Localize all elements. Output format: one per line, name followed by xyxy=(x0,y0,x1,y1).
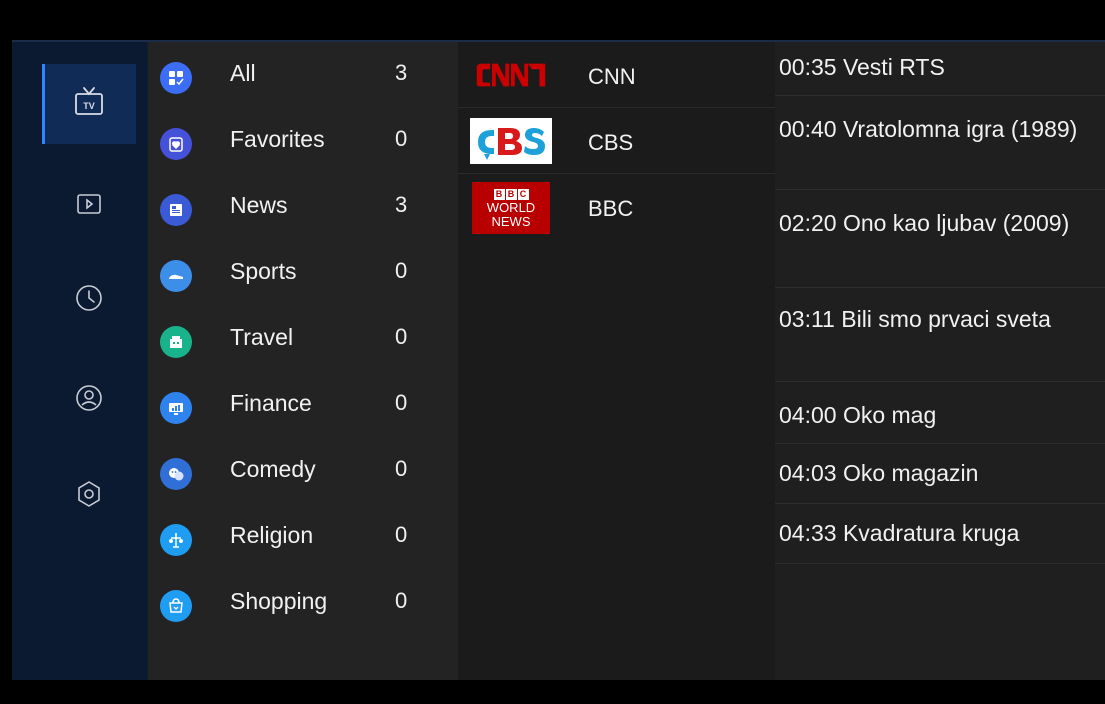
program-text: 03:11 Bili smo prvaci sveta xyxy=(779,306,1051,332)
cnn-logo xyxy=(470,52,552,98)
nav-item-tv[interactable]: TV xyxy=(42,64,136,144)
nav-item-settings[interactable] xyxy=(42,456,136,536)
app-screen: TV All 3 Favorites 0 News 3 Sports 0 Tra… xyxy=(12,40,1105,680)
category-label: Sports xyxy=(230,258,297,284)
channel-row-cnn[interactable]: CNN xyxy=(458,42,775,108)
category-count: 3 xyxy=(395,192,408,217)
program-item[interactable]: 00:40 Vratolomna igra (1989) xyxy=(775,96,1105,190)
program-item[interactable]: 04:33 Kvadratura kruga xyxy=(775,504,1105,564)
category-row-all[interactable]: All 3 xyxy=(148,42,458,108)
category-row-favorites[interactable]: Favorites 0 xyxy=(148,108,458,174)
category-row-religion[interactable]: Religion 0 xyxy=(148,504,458,570)
program-text: 00:35 Vesti RTS xyxy=(779,54,945,80)
category-row-sports[interactable]: Sports 0 xyxy=(148,240,458,306)
all-icon xyxy=(160,62,192,94)
category-row-comedy[interactable]: Comedy 0 xyxy=(148,438,458,504)
category-label: Finance xyxy=(230,390,312,416)
nav-item-account[interactable] xyxy=(42,360,136,440)
category-count: 0 xyxy=(395,324,408,349)
category-label: Comedy xyxy=(230,456,316,482)
category-label: Travel xyxy=(230,324,294,350)
travel-icon xyxy=(160,326,192,358)
program-text: 00:40 Vratolomna igra (1989) xyxy=(779,116,1078,142)
settings-icon xyxy=(72,477,106,516)
play-icon xyxy=(72,187,106,226)
category-count: 0 xyxy=(395,456,408,481)
program-guide: 00:35 Vesti RTS 00:40 Vratolomna igra (1… xyxy=(775,42,1105,680)
category-label: Shopping xyxy=(230,588,328,614)
religion-icon xyxy=(160,524,192,556)
category-row-shopping[interactable]: Shopping 0 xyxy=(148,570,458,636)
program-text: 04:00 Oko mag xyxy=(779,402,937,428)
nav-item-history[interactable] xyxy=(42,260,136,340)
category-label: News xyxy=(230,192,288,218)
channel-row-cbs[interactable]: CBS xyxy=(458,108,775,174)
sports-icon xyxy=(160,260,192,292)
tv-icon: TV xyxy=(72,85,106,124)
program-item[interactable]: 04:00 Oko mag xyxy=(775,382,1105,444)
category-row-news[interactable]: News 3 xyxy=(148,174,458,240)
category-label: Religion xyxy=(230,522,314,548)
nav-item-video[interactable] xyxy=(42,166,136,246)
category-row-finance[interactable]: Finance 0 xyxy=(148,372,458,438)
shopping-icon xyxy=(160,590,192,622)
category-label: All xyxy=(230,60,256,86)
bbc-logo-news: NEWS xyxy=(491,213,531,229)
program-text: 02:20 Ono kao ljubav (2009) xyxy=(779,210,1070,236)
category-list: All 3 Favorites 0 News 3 Sports 0 Travel… xyxy=(148,42,458,680)
cbs-logo xyxy=(470,118,552,164)
channel-row-bbc[interactable]: B B C WORLD NEWS BBC xyxy=(458,174,775,240)
channel-name: CNN xyxy=(588,64,636,89)
program-item[interactable]: 02:20 Ono kao ljubav (2009) xyxy=(775,190,1105,288)
news-icon xyxy=(160,194,192,226)
category-row-travel[interactable]: Travel 0 xyxy=(148,306,458,372)
bbc-blocks: B B C xyxy=(493,188,529,200)
category-count: 0 xyxy=(395,126,408,151)
sidebar-nav: TV xyxy=(12,42,147,680)
svg-text:TV: TV xyxy=(83,101,95,111)
clock-icon xyxy=(72,281,106,320)
user-icon xyxy=(72,381,106,420)
program-text: 04:33 Kvadratura kruga xyxy=(779,520,1020,546)
finance-icon xyxy=(160,392,192,424)
category-count: 0 xyxy=(395,522,408,547)
bbc-logo-world: WORLD xyxy=(486,199,536,215)
category-label: Favorites xyxy=(230,126,325,152)
channel-name: CBS xyxy=(588,130,634,155)
program-item[interactable]: 04:03 Oko magazin xyxy=(775,444,1105,504)
category-count: 3 xyxy=(395,60,408,85)
category-count: 0 xyxy=(395,258,408,283)
program-text: 04:03 Oko magazin xyxy=(779,460,979,486)
channel-list: CNN CBS B B C WORLD NEWS BBC xyxy=(458,42,775,680)
favorites-icon xyxy=(160,128,192,160)
comedy-icon xyxy=(160,458,192,490)
category-count: 0 xyxy=(395,390,408,415)
program-item[interactable]: 00:35 Vesti RTS xyxy=(775,42,1105,96)
program-item[interactable]: 03:11 Bili smo prvaci sveta xyxy=(775,288,1105,382)
bbc-world-news-logo: B B C WORLD NEWS xyxy=(472,182,550,234)
channel-name: BBC xyxy=(588,196,634,221)
category-count: 0 xyxy=(395,588,408,613)
